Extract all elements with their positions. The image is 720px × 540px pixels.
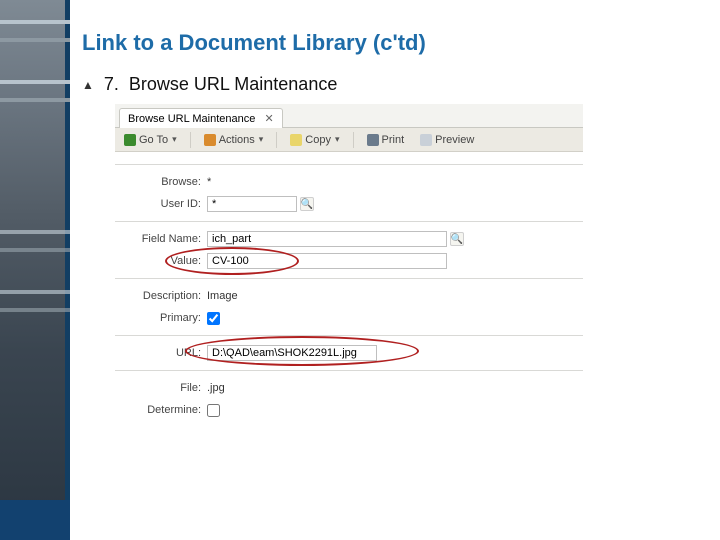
primary-checkbox[interactable]	[207, 312, 220, 325]
row-description: Description: Image	[115, 285, 583, 307]
caret-icon: ▲	[82, 78, 94, 92]
row-fieldname: Field Name: 🔍	[115, 228, 583, 250]
decorative-photo-strip	[0, 0, 70, 540]
row-primary: Primary:	[115, 307, 583, 329]
tab-bar: Browse URL Maintenance ✕	[115, 104, 583, 128]
step-number: 7.	[104, 74, 119, 95]
preview-label: Preview	[435, 134, 474, 146]
determine-checkbox[interactable]	[207, 404, 220, 417]
label-primary: Primary:	[115, 312, 207, 324]
group-separator	[115, 278, 583, 279]
value-description: Image	[207, 290, 238, 302]
goto-icon	[124, 134, 136, 146]
row-value: Value:	[115, 250, 583, 272]
row-determine: Determine:	[115, 399, 583, 421]
preview-icon	[420, 134, 432, 146]
copy-label: Copy	[305, 134, 331, 146]
value-file: .jpg	[207, 382, 225, 394]
userid-input[interactable]	[207, 196, 297, 212]
print-button[interactable]: Print	[364, 133, 408, 147]
actions-label: Actions	[219, 134, 255, 146]
toolbar-separator	[353, 132, 354, 148]
close-icon[interactable]: ✕	[264, 113, 273, 125]
value-browse: *	[207, 176, 211, 188]
chevron-down-icon: ▾	[172, 134, 177, 145]
group-separator	[115, 370, 583, 371]
group-separator	[115, 221, 583, 222]
slide-title: Link to a Document Library (c'td)	[82, 30, 700, 56]
slide-bottom-bar	[0, 500, 720, 540]
search-icon[interactable]: 🔍	[450, 232, 464, 246]
label-file: File:	[115, 382, 207, 394]
group-separator	[115, 335, 583, 336]
app-window: Browse URL Maintenance ✕ Go To ▾ Actions…	[114, 103, 584, 424]
label-fieldname: Field Name:	[115, 233, 207, 245]
chevron-down-icon: ▾	[259, 134, 264, 145]
label-userid: User ID:	[115, 198, 207, 210]
label-browse: Browse:	[115, 176, 207, 188]
label-description: Description:	[115, 290, 207, 302]
actions-button[interactable]: Actions ▾	[201, 133, 267, 147]
toolbar: Go To ▾ Actions ▾ Copy ▾ Print	[115, 128, 583, 152]
chevron-down-icon: ▾	[335, 134, 340, 145]
toolbar-separator	[276, 132, 277, 148]
slide-content: Link to a Document Library (c'td) ▲ 7. B…	[82, 30, 700, 424]
row-browse: Browse: *	[115, 171, 583, 193]
fieldname-input[interactable]	[207, 231, 447, 247]
form-panel: Browse: * User ID: 🔍 Field Name: 🔍 Value…	[115, 152, 583, 423]
step-text: Browse URL Maintenance	[129, 74, 337, 95]
group-separator	[115, 164, 583, 165]
url-input[interactable]	[207, 345, 377, 361]
row-url: URL:	[115, 342, 583, 364]
row-userid: User ID: 🔍	[115, 193, 583, 215]
print-label: Print	[382, 134, 405, 146]
goto-button[interactable]: Go To ▾	[121, 133, 180, 147]
copy-button[interactable]: Copy ▾	[287, 133, 342, 147]
tab-label: Browse URL Maintenance	[128, 113, 255, 125]
search-icon[interactable]: 🔍	[300, 197, 314, 211]
label-determine: Determine:	[115, 404, 207, 416]
row-file: File: .jpg	[115, 377, 583, 399]
preview-button[interactable]: Preview	[417, 133, 477, 147]
tab-browse-url[interactable]: Browse URL Maintenance ✕	[119, 108, 283, 128]
label-value: Value:	[115, 255, 207, 267]
goto-label: Go To	[139, 134, 168, 146]
toolbar-separator	[190, 132, 191, 148]
step-row: ▲ 7. Browse URL Maintenance	[82, 74, 700, 95]
copy-icon	[290, 134, 302, 146]
print-icon	[367, 134, 379, 146]
value-input[interactable]	[207, 253, 447, 269]
actions-icon	[204, 134, 216, 146]
label-url: URL:	[115, 347, 207, 359]
